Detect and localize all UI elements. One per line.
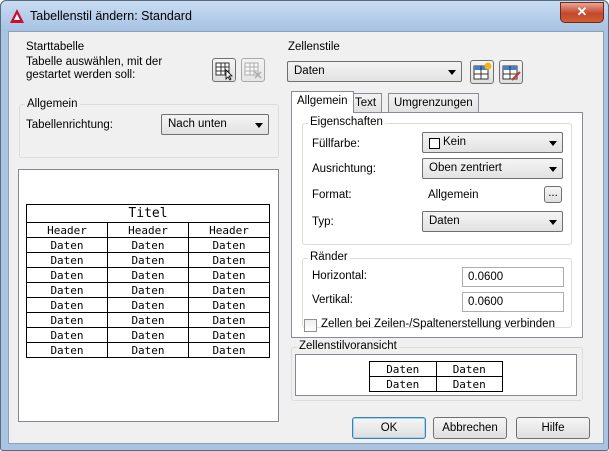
merge-cells-label: Zellen bei Zeilen-/Spaltenerstellung ver… bbox=[321, 318, 555, 330]
type-combo[interactable]: Daten bbox=[422, 211, 563, 232]
tab-general[interactable]: Allgemein bbox=[291, 91, 354, 113]
alignment-label: Ausrichtung: bbox=[312, 163, 376, 175]
general-group-label: Allgemein bbox=[25, 98, 80, 110]
horizontal-margin-value: 0.0600 bbox=[468, 271, 504, 283]
preview-data-cell: Daten bbox=[107, 312, 189, 328]
cell-style-combo[interactable]: Daten bbox=[287, 61, 462, 82]
vertical-margin-label: Vertikal: bbox=[312, 294, 353, 306]
autocad-app-icon bbox=[10, 9, 24, 23]
cell-style-value: Daten bbox=[294, 65, 325, 77]
margins-group-label: Ränder bbox=[308, 251, 350, 263]
preview-cell: Daten bbox=[369, 361, 437, 377]
preview-data-cell: Daten bbox=[26, 312, 108, 328]
cell-style-preview-label: Zellenstilvoransicht bbox=[297, 340, 399, 352]
preview-data-cell: Daten bbox=[107, 282, 189, 298]
cell-styles-label: Zellenstile bbox=[288, 41, 340, 53]
remove-table-icon bbox=[244, 62, 262, 79]
fill-color-value: Kein bbox=[443, 136, 467, 148]
tab-strip: Allgemein Text Umgrenzungen bbox=[291, 91, 491, 113]
ok-button[interactable]: OK bbox=[352, 417, 426, 439]
dialog-client: Starttabelle Tabelle auswählen, mit der … bbox=[8, 31, 604, 444]
window-title: Tabellenstil ändern: Standard bbox=[30, 9, 192, 23]
alignment-combo[interactable]: Oben zentriert bbox=[422, 158, 563, 179]
chevron-down-icon bbox=[448, 70, 456, 75]
color-swatch bbox=[429, 138, 440, 149]
preview-data-cell: Daten bbox=[26, 327, 108, 343]
preview-cell: Daten bbox=[369, 376, 437, 392]
cell-style-preview-table: Daten Daten Daten Daten bbox=[369, 361, 503, 392]
preview-data-cell: Daten bbox=[26, 297, 108, 313]
preview-data-cell: Daten bbox=[26, 237, 108, 253]
format-value: Allgemein bbox=[428, 189, 479, 201]
preview-data-cell: Daten bbox=[188, 297, 270, 313]
start-table-desc-line1: Tabelle auswählen, mit der bbox=[26, 56, 163, 68]
start-table-desc-line2: gestartet werden soll: bbox=[26, 69, 136, 81]
preview-data-cell: Daten bbox=[188, 267, 270, 283]
table-preview-panel: Titel Header Header Header Daten Daten Daten Da… bbox=[18, 169, 279, 422]
cancel-button[interactable]: Abbrechen bbox=[433, 417, 507, 439]
dialog-window: Tabellenstil ändern: Standard ✕ Starttab… bbox=[0, 0, 609, 451]
start-table-label: Starttabelle bbox=[26, 41, 85, 53]
preview-title-cell: Titel bbox=[26, 204, 270, 223]
format-label: Format: bbox=[312, 189, 352, 201]
preview-data-cell: Daten bbox=[107, 327, 189, 343]
preview-data-cell: Daten bbox=[188, 342, 270, 358]
preview-data-cell: Daten bbox=[26, 282, 108, 298]
type-value: Daten bbox=[429, 215, 460, 227]
chevron-down-icon bbox=[549, 141, 557, 146]
new-cell-style-icon bbox=[473, 62, 492, 80]
preview-cell: Daten bbox=[435, 361, 503, 377]
cell-style-preview-panel: Daten Daten Daten Daten bbox=[295, 354, 577, 396]
close-icon: ✕ bbox=[576, 4, 588, 19]
preview-header-cell: Header bbox=[26, 222, 108, 238]
preview-data-cell: Daten bbox=[188, 237, 270, 253]
help-button[interactable]: Hilfe bbox=[516, 417, 590, 439]
properties-group-label: Eigenschaften bbox=[308, 116, 385, 128]
chevron-down-icon bbox=[255, 123, 263, 128]
preview-data-cell: Daten bbox=[107, 237, 189, 253]
preview-data-cell: Daten bbox=[107, 252, 189, 268]
alignment-value: Oben zentriert bbox=[429, 162, 502, 174]
preview-data-cell: Daten bbox=[188, 252, 270, 268]
fill-color-combo[interactable]: Kein bbox=[422, 132, 563, 153]
close-button[interactable]: ✕ bbox=[560, 2, 604, 23]
select-table-icon bbox=[215, 62, 233, 81]
chevron-down-icon bbox=[549, 167, 557, 172]
format-browse-button[interactable]: ... bbox=[544, 186, 562, 203]
tab-text[interactable]: Text bbox=[349, 93, 383, 112]
tab-borders[interactable]: Umgrenzungen bbox=[388, 93, 479, 112]
table-direction-combo[interactable]: Nach unten bbox=[161, 114, 269, 135]
preview-data-cell: Daten bbox=[188, 282, 270, 298]
fill-color-label: Füllfarbe: bbox=[312, 138, 360, 150]
new-cell-style-button[interactable] bbox=[470, 60, 494, 84]
type-label: Typ: bbox=[312, 216, 334, 228]
vertical-margin-value: 0.0600 bbox=[468, 296, 504, 308]
preview-data-cell: Daten bbox=[188, 312, 270, 328]
preview-data-cell: Daten bbox=[26, 342, 108, 358]
title-bar[interactable]: Tabellenstil ändern: Standard ✕ bbox=[1, 1, 608, 31]
preview-data-cell: Daten bbox=[107, 297, 189, 313]
table-direction-value: Nach unten bbox=[168, 118, 227, 130]
preview-data-cell: Daten bbox=[107, 267, 189, 283]
table-direction-label: Tabellenrichtung: bbox=[26, 119, 113, 131]
manage-cell-styles-icon bbox=[502, 65, 521, 81]
merge-cells-checkbox[interactable] bbox=[304, 319, 317, 332]
chevron-down-icon bbox=[549, 220, 557, 225]
remove-start-table-button[interactable] bbox=[241, 58, 265, 82]
preview-data-cell: Daten bbox=[188, 327, 270, 343]
preview-data-cell: Daten bbox=[107, 342, 189, 358]
vertical-margin-input[interactable]: 0.0600 bbox=[462, 292, 564, 312]
preview-header-cell: Header bbox=[188, 222, 270, 238]
select-start-table-button[interactable] bbox=[212, 58, 236, 82]
manage-cell-styles-button[interactable] bbox=[499, 60, 523, 84]
table-preview: Titel Header Header Header Daten Daten Daten Da… bbox=[26, 204, 270, 358]
horizontal-margin-input[interactable]: 0.0600 bbox=[462, 267, 564, 287]
preview-data-cell: Daten bbox=[26, 267, 108, 283]
preview-data-cell: Daten bbox=[26, 252, 108, 268]
horizontal-margin-label: Horizontal: bbox=[312, 270, 367, 282]
tab-panel-general: Eigenschaften Füllfarbe: Kein Ausrichtun… bbox=[291, 112, 583, 338]
preview-header-cell: Header bbox=[107, 222, 189, 238]
preview-cell: Daten bbox=[435, 376, 503, 392]
